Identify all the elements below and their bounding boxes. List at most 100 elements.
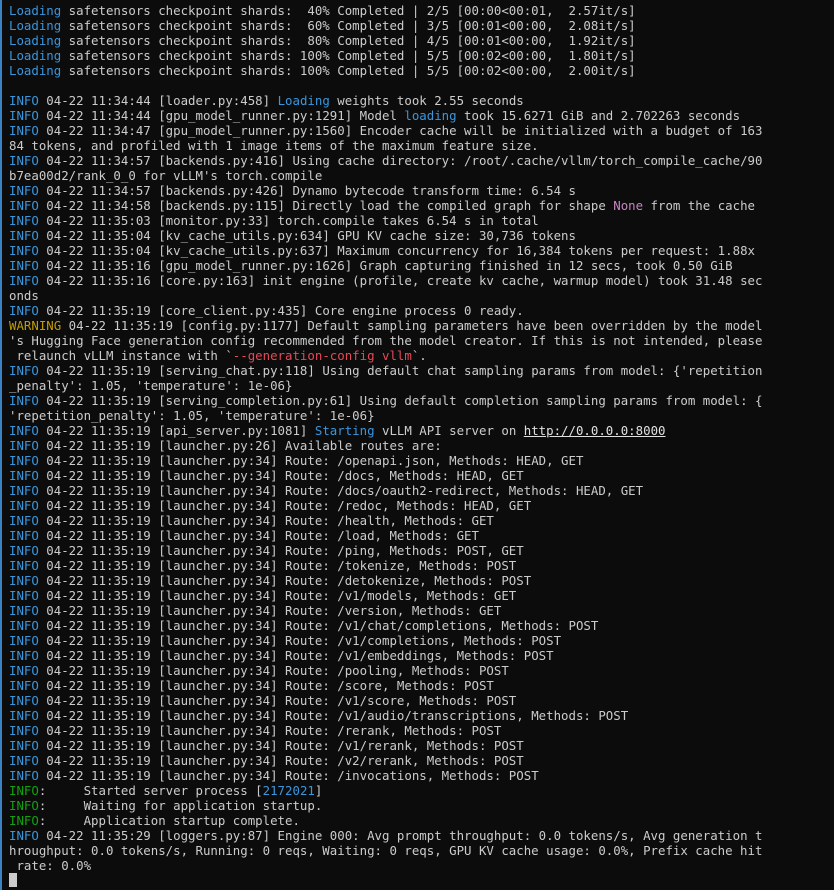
terminal-text-segment: INFO xyxy=(9,828,39,843)
terminal-text-segment: 04-22 11:35:19 [serving_completion.py:61… xyxy=(38,393,763,408)
terminal-text-segment: 04-22 11:35:19 [launcher.py:34] Route: /… xyxy=(38,648,554,663)
terminal-text-segment: INFO xyxy=(9,453,39,468)
terminal-text-segment: INFO xyxy=(9,738,39,753)
terminal-text-segment: 04-22 11:35:16 [gpu_model_runner.py:1626… xyxy=(38,258,733,273)
terminal-text-segment: 04-22 11:35:19 [launcher.py:34] Route: /… xyxy=(38,513,494,528)
terminal-text-segment: 04-22 11:35:29 [loggers.py:87] Engine 00… xyxy=(38,828,763,843)
terminal-text-segment: 's Hugging Face generation config recomm… xyxy=(9,333,763,348)
terminal-text-segment: b7ea00d2/rank_0_0 for vLLM's torch.compi… xyxy=(9,168,323,183)
terminal-text-segment: INFO xyxy=(9,663,39,678)
terminal-window[interactable]: Loading safetensors checkpoint shards: 4… xyxy=(0,0,834,890)
terminal-scrollbar[interactable] xyxy=(820,0,834,890)
terminal-line: INFO 04-22 11:35:19 [api_server.py:1081]… xyxy=(9,423,834,438)
terminal-text-segment: INFO xyxy=(9,363,39,378)
terminal-line: hroughput: 0.0 tokens/s, Running: 0 reqs… xyxy=(9,843,834,858)
terminal-text-segment: WARNING xyxy=(9,318,62,333)
terminal-line: INFO 04-22 11:35:29 [loggers.py:87] Engi… xyxy=(9,828,834,843)
terminal-line: INFO 04-22 11:35:19 [launcher.py:34] Rou… xyxy=(9,663,834,678)
terminal-text-segment: Loading xyxy=(9,48,62,63)
terminal-text-segment: hroughput: 0.0 tokens/s, Running: 0 reqs… xyxy=(9,843,763,858)
terminal-line: INFO: Started server process [2172021] xyxy=(9,783,834,798)
terminal-text-segment: 04-22 11:35:19 [launcher.py:34] Route: /… xyxy=(38,543,524,558)
terminal-line: INFO 04-22 11:34:57 [backends.py:426] Dy… xyxy=(9,183,834,198)
terminal-text-segment: 04-22 11:35:19 [launcher.py:34] Route: /… xyxy=(38,618,599,633)
terminal-line: INFO: Application startup complete. xyxy=(9,813,834,828)
terminal-text-segment: Loading xyxy=(277,93,330,108)
terminal-text-segment: : Application startup complete. xyxy=(38,813,300,828)
terminal-line: INFO 04-22 11:35:16 [gpu_model_runner.py… xyxy=(9,258,834,273)
terminal-text-segment: safetensors checkpoint shards: 100% Comp… xyxy=(61,63,636,78)
terminal-line: INFO 04-22 11:34:57 [backends.py:416] Us… xyxy=(9,153,834,168)
terminal-text-segment: INFO xyxy=(9,603,39,618)
terminal-line: INFO 04-22 11:34:44 [loader.py:458] Load… xyxy=(9,93,834,108)
terminal-text-segment: INFO xyxy=(9,513,39,528)
terminal-text-segment: INFO xyxy=(9,543,39,558)
terminal-text-segment: _penalty': 1.05, 'temperature': 1e-06} xyxy=(9,378,293,393)
terminal-text-segment: 04-22 11:35:19 [launcher.py:26] Availabl… xyxy=(38,438,442,453)
terminal-text-segment: 04-22 11:35:03 [monitor.py:33] torch.com… xyxy=(38,213,539,228)
terminal-line: Loading safetensors checkpoint shards: 6… xyxy=(9,18,834,33)
terminal-line: INFO 04-22 11:35:19 [launcher.py:34] Rou… xyxy=(9,573,834,588)
terminal-line: onds xyxy=(9,288,834,303)
server-url-link[interactable]: http://0.0.0.0:8000 xyxy=(524,423,666,438)
terminal-text-segment: safetensors checkpoint shards: 40% Compl… xyxy=(61,3,636,18)
terminal-text-segment: 04-22 11:35:19 [launcher.py:34] Route: /… xyxy=(38,603,502,618)
terminal-text-segment: Loading xyxy=(9,63,62,78)
terminal-text-segment: INFO xyxy=(9,498,39,513)
terminal-text-segment: INFO xyxy=(9,228,39,243)
terminal-text-segment: took 15.6271 GiB and 2.702263 seconds xyxy=(456,108,741,123)
terminal-text-segment: 04-22 11:35:19 [launcher.py:34] Route: /… xyxy=(38,663,509,678)
terminal-text-segment: INFO xyxy=(9,108,39,123)
terminal-text-segment: 2172021 xyxy=(262,783,315,798)
terminal-cursor xyxy=(9,873,17,887)
terminal-text-segment: INFO xyxy=(9,213,39,228)
terminal-line: rate: 0.0% xyxy=(9,858,834,873)
terminal-text-segment: INFO xyxy=(9,303,39,318)
terminal-text-segment: 84 tokens, and profiled with 1 image ite… xyxy=(9,138,539,153)
terminal-text-segment: : Waiting for application startup. xyxy=(38,798,323,813)
terminal-line: INFO 04-22 11:35:19 [launcher.py:34] Rou… xyxy=(9,558,834,573)
terminal-line: INFO 04-22 11:35:19 [launcher.py:34] Rou… xyxy=(9,543,834,558)
terminal-text-segment: ] xyxy=(314,783,323,798)
terminal-text-segment: 04-22 11:35:19 [launcher.py:34] Route: /… xyxy=(38,453,584,468)
terminal-text-segment: INFO xyxy=(9,753,39,768)
terminal-text-segment: INFO xyxy=(9,693,39,708)
terminal-text-segment: INFO xyxy=(9,768,39,783)
terminal-output: Loading safetensors checkpoint shards: 4… xyxy=(2,0,834,888)
terminal-line: INFO 04-22 11:35:19 [core_client.py:435]… xyxy=(9,303,834,318)
terminal-line: 84 tokens, and profiled with 1 image ite… xyxy=(9,138,834,153)
terminal-text-segment: 04-22 11:35:19 [launcher.py:34] Route: /… xyxy=(38,468,524,483)
terminal-line: INFO 04-22 11:35:19 [launcher.py:34] Rou… xyxy=(9,693,834,708)
terminal-text-segment: rate: 0.0% xyxy=(9,858,92,873)
terminal-line: INFO 04-22 11:35:19 [serving_completion.… xyxy=(9,393,834,408)
terminal-text-segment: relaunch vLLM instance with ` xyxy=(9,348,233,363)
terminal-text-segment: 04-22 11:35:19 [launcher.py:34] Route: /… xyxy=(38,753,524,768)
terminal-line: INFO 04-22 11:35:19 [launcher.py:34] Rou… xyxy=(9,588,834,603)
terminal-line: INFO 04-22 11:35:19 [launcher.py:34] Rou… xyxy=(9,618,834,633)
terminal-line: INFO 04-22 11:35:19 [launcher.py:34] Rou… xyxy=(9,498,834,513)
terminal-prompt-line[interactable] xyxy=(9,873,834,888)
terminal-line: INFO 04-22 11:35:19 [launcher.py:34] Rou… xyxy=(9,528,834,543)
terminal-line: Loading safetensors checkpoint shards: 1… xyxy=(9,48,834,63)
terminal-text-segment: 04-22 11:35:04 [kv_cache_utils.py:637] M… xyxy=(38,243,755,258)
terminal-line: INFO 04-22 11:35:19 [launcher.py:34] Rou… xyxy=(9,708,834,723)
terminal-text-segment: Loading xyxy=(9,33,62,48)
terminal-line: INFO 04-22 11:35:19 [launcher.py:34] Rou… xyxy=(9,633,834,648)
terminal-text-segment: 04-22 11:35:19 [launcher.py:34] Route: /… xyxy=(38,528,479,543)
terminal-text-segment: Starting xyxy=(314,423,375,438)
terminal-text-segment: INFO xyxy=(9,723,39,738)
terminal-text-segment: INFO xyxy=(9,708,39,723)
terminal-line: INFO 04-22 11:35:19 [launcher.py:34] Rou… xyxy=(9,768,834,783)
terminal-text-segment: 04-22 11:35:19 [launcher.py:34] Route: /… xyxy=(38,483,644,498)
terminal-text-segment: 04-22 11:35:19 [launcher.py:34] Route: /… xyxy=(38,498,532,513)
terminal-text-segment: 04-22 11:34:57 [backends.py:416] Using c… xyxy=(38,153,763,168)
terminal-text-segment: 04-22 11:35:19 [launcher.py:34] Route: /… xyxy=(38,588,517,603)
terminal-text-segment: 04-22 11:35:19 [launcher.py:34] Route: /… xyxy=(38,738,524,753)
terminal-text-segment: from the cache xyxy=(643,198,755,213)
terminal-line: INFO 04-22 11:35:19 [launcher.py:34] Rou… xyxy=(9,483,834,498)
terminal-text-segment: INFO xyxy=(9,93,39,108)
terminal-line: 's Hugging Face generation config recomm… xyxy=(9,333,834,348)
terminal-text-segment: Loading xyxy=(9,18,62,33)
terminal-text-segment: `. xyxy=(411,348,427,363)
terminal-text-segment: INFO xyxy=(9,558,39,573)
